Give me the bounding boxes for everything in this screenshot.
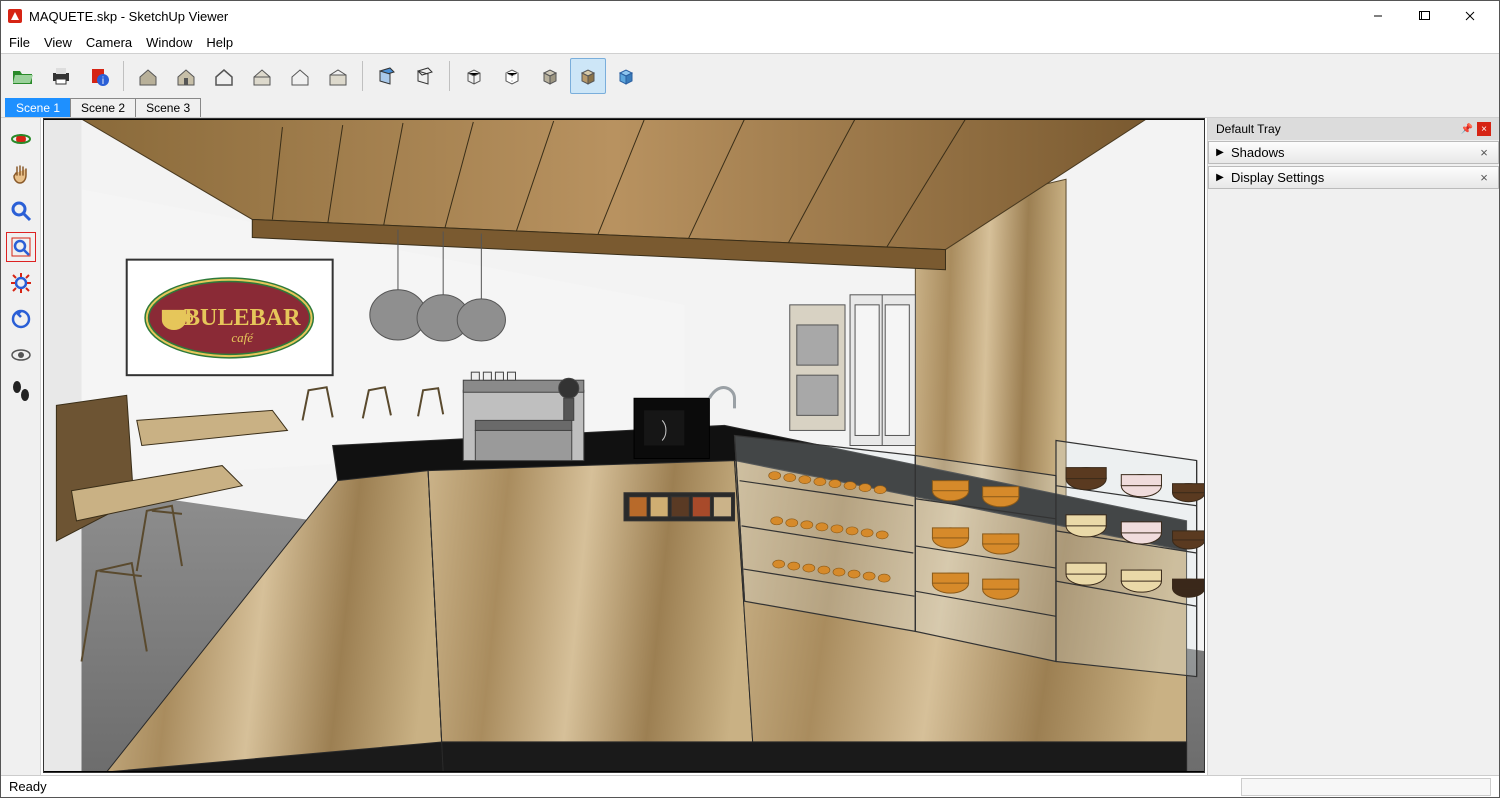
scene-tab-1[interactable]: Scene 1 bbox=[5, 98, 71, 117]
walk-icon[interactable] bbox=[6, 376, 36, 406]
toolbar-separator bbox=[449, 61, 450, 91]
chevron-right-icon: ▶ bbox=[1215, 172, 1225, 183]
viewport-wrap: BULEBAR café bbox=[41, 118, 1499, 775]
titlebar: MAQUETE.skp - SketchUp Viewer bbox=[1, 1, 1499, 31]
cube-wire-icon[interactable] bbox=[456, 58, 492, 94]
tray-section-shadows[interactable]: ▶ Shadows × bbox=[1208, 141, 1499, 164]
cafe-logo: BULEBAR café bbox=[127, 260, 333, 376]
home-simple-icon[interactable] bbox=[282, 58, 318, 94]
svg-text:BULEBAR: BULEBAR bbox=[184, 305, 301, 331]
pan-icon[interactable] bbox=[6, 160, 36, 190]
section-close-icon[interactable]: × bbox=[1476, 170, 1492, 185]
maximize-button[interactable] bbox=[1401, 1, 1447, 31]
zoom-window-icon[interactable] bbox=[6, 232, 36, 262]
toolbar-separator bbox=[123, 61, 124, 91]
tray-section-label: Shadows bbox=[1231, 145, 1476, 160]
tray-section-label: Display Settings bbox=[1231, 170, 1476, 185]
tray-section-display-settings[interactable]: ▶ Display Settings × bbox=[1208, 166, 1499, 189]
print-icon[interactable] bbox=[43, 58, 79, 94]
home-outline-icon[interactable] bbox=[206, 58, 242, 94]
3d-viewport[interactable]: BULEBAR café bbox=[43, 118, 1205, 773]
scene-tab-3[interactable]: Scene 3 bbox=[135, 98, 201, 117]
close-button[interactable] bbox=[1447, 1, 1493, 31]
statusbar: Ready bbox=[1, 775, 1499, 797]
menu-window[interactable]: Window bbox=[146, 35, 192, 50]
cube-blue-icon[interactable] bbox=[608, 58, 644, 94]
zoom-extents-icon[interactable] bbox=[6, 268, 36, 298]
tray-header[interactable]: Default Tray 📌 × bbox=[1208, 118, 1499, 140]
section-close-icon[interactable]: × bbox=[1476, 145, 1492, 160]
previous-view-icon[interactable] bbox=[6, 304, 36, 334]
menu-help[interactable]: Help bbox=[206, 35, 233, 50]
tool-palette bbox=[1, 118, 41, 775]
zoom-icon[interactable] bbox=[6, 196, 36, 226]
menu-view[interactable]: View bbox=[44, 35, 72, 50]
tray-pin-icon[interactable]: 📌 bbox=[1461, 124, 1473, 135]
default-tray: Default Tray 📌 × ▶ Shadows × ▶ Display S… bbox=[1207, 118, 1499, 775]
open-folder-icon[interactable] bbox=[5, 58, 41, 94]
window-title: MAQUETE.skp - SketchUp Viewer bbox=[29, 9, 1355, 24]
app-icon bbox=[7, 8, 23, 24]
body-area: BULEBAR café bbox=[1, 118, 1499, 775]
tray-title: Default Tray bbox=[1216, 122, 1281, 136]
home-solid-icon[interactable] bbox=[130, 58, 166, 94]
toolbar-row: i Scene 1 Scene 2 Scene 3 bbox=[1, 53, 1499, 118]
chevron-right-icon: ▶ bbox=[1215, 147, 1225, 158]
svg-text:café: café bbox=[231, 330, 254, 345]
menu-camera[interactable]: Camera bbox=[86, 35, 132, 50]
status-slot bbox=[1241, 778, 1491, 796]
home-box-icon[interactable] bbox=[168, 58, 204, 94]
status-text: Ready bbox=[9, 779, 47, 794]
cube-shaded-icon[interactable] bbox=[532, 58, 568, 94]
scene-tab-2[interactable]: Scene 2 bbox=[70, 98, 136, 117]
model-info-icon[interactable]: i bbox=[81, 58, 117, 94]
scene-tabs: Scene 1 Scene 2 Scene 3 bbox=[5, 98, 1495, 117]
cube-hidden-icon[interactable] bbox=[494, 58, 530, 94]
look-around-icon[interactable] bbox=[6, 340, 36, 370]
home-flat-icon[interactable] bbox=[320, 58, 356, 94]
home-shed-icon[interactable] bbox=[244, 58, 280, 94]
window-controls bbox=[1355, 1, 1493, 31]
menu-file[interactable]: File bbox=[9, 35, 30, 50]
orbit-icon[interactable] bbox=[6, 124, 36, 154]
toolbar-separator bbox=[362, 61, 363, 91]
main-toolbar: i bbox=[5, 58, 1495, 94]
face-outline-icon[interactable] bbox=[407, 58, 443, 94]
face-blue-icon[interactable] bbox=[369, 58, 405, 94]
svg-text:i: i bbox=[102, 76, 104, 87]
app-window: MAQUETE.skp - SketchUp Viewer File View … bbox=[0, 0, 1500, 798]
tray-close-icon[interactable]: × bbox=[1477, 122, 1491, 136]
cube-textured-icon[interactable] bbox=[570, 58, 606, 94]
minimize-button[interactable] bbox=[1355, 1, 1401, 31]
menubar: File View Camera Window Help bbox=[1, 31, 1499, 53]
